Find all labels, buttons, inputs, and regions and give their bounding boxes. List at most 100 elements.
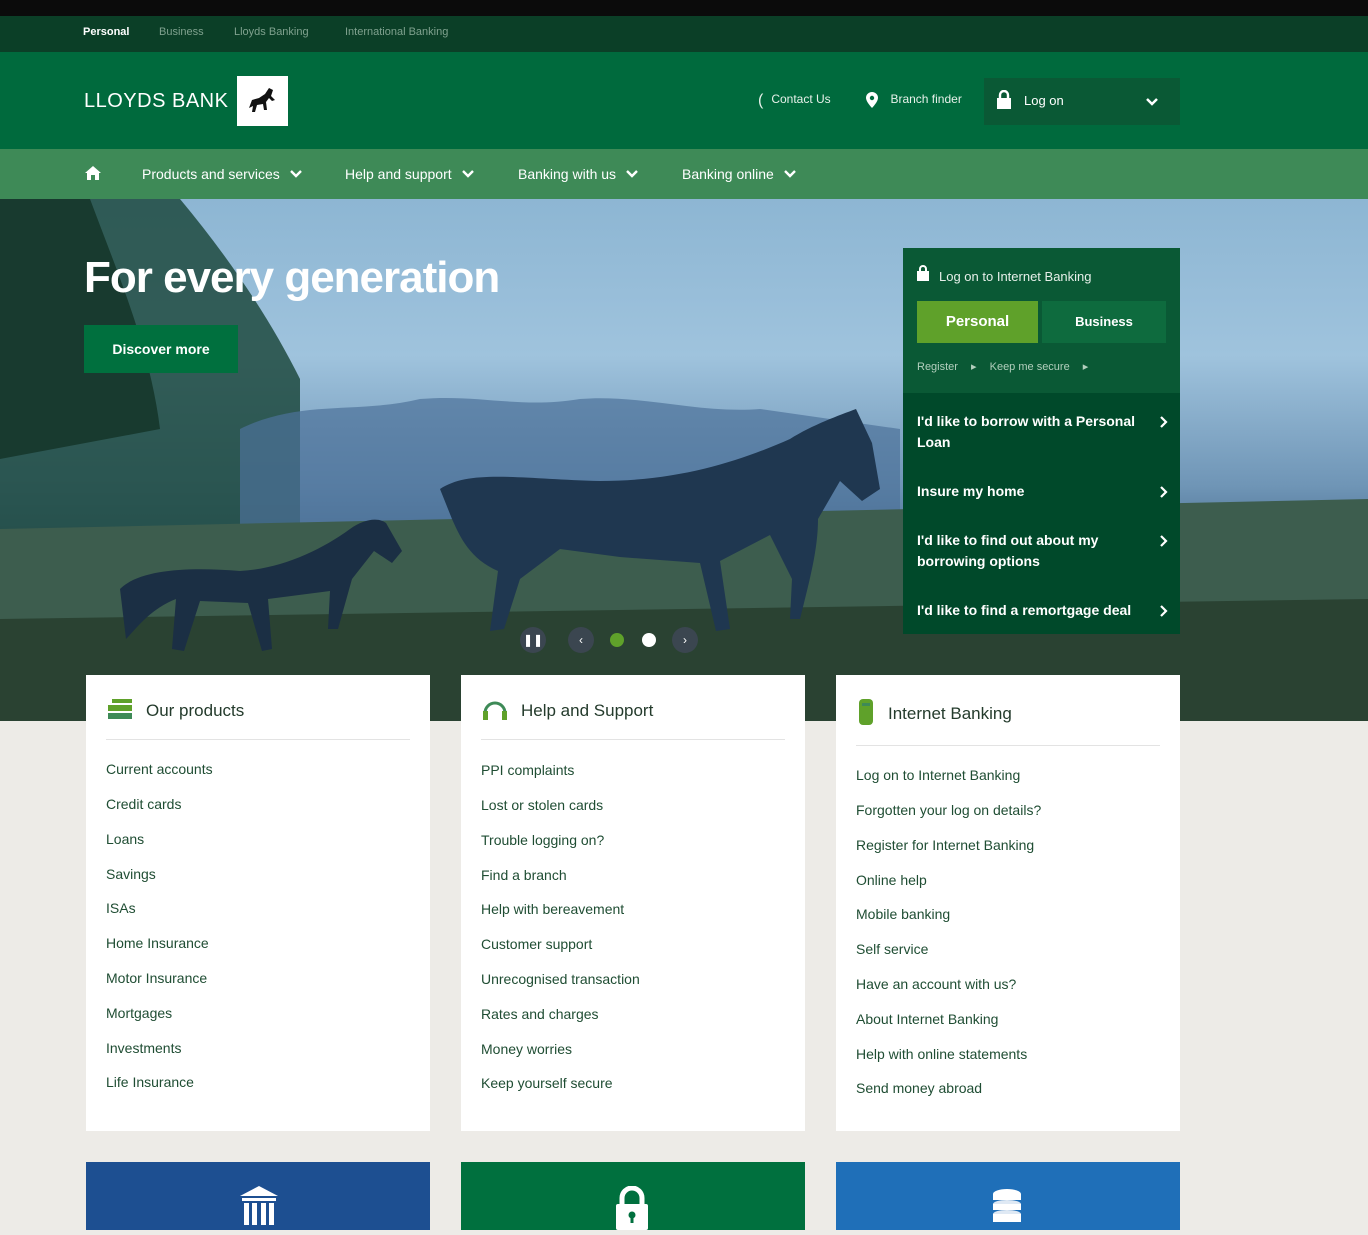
bank-building-icon <box>238 1186 280 1235</box>
segment-personal[interactable]: Personal <box>83 26 129 38</box>
link-forgotten-details[interactable]: Forgotten your log on details? <box>856 802 1041 818</box>
card-title: Our products <box>146 701 245 720</box>
link-life-insurance[interactable]: Life Insurance <box>106 1074 194 1090</box>
chevron-left-icon[interactable]: ‹ <box>568 627 594 653</box>
card-title: Help and Support <box>521 701 654 720</box>
link-find-branch[interactable]: Find a branch <box>481 867 567 883</box>
nav-banking-with-us[interactable]: Banking with us <box>518 165 638 182</box>
link-about-internet-banking[interactable]: About Internet Banking <box>856 1011 998 1027</box>
login-panel-heading: Log on to Internet Banking <box>917 265 1092 284</box>
nav-help-label: Help and support <box>345 166 452 182</box>
logon-label: Log on <box>1024 93 1064 108</box>
quick-links-list: I'd like to borrow with a Personal Loan … <box>903 393 1180 634</box>
segment-international[interactable]: International Banking <box>345 26 448 38</box>
coin-stack-icon <box>988 1186 1026 1235</box>
carousel-dot[interactable] <box>642 633 656 647</box>
link-lost-stolen-cards[interactable]: Lost or stolen cards <box>481 797 603 813</box>
link-unrecognised-transaction[interactable]: Unrecognised transaction <box>481 971 640 987</box>
our-products-card: Our products Current accounts Credit car… <box>86 675 430 1131</box>
nav-banking-online[interactable]: Banking online <box>682 165 796 182</box>
link-logon-internet-banking[interactable]: Log on to Internet Banking <box>856 767 1020 783</box>
link-home-insurance[interactable]: Home Insurance <box>106 935 209 951</box>
login-secondary-links: Register ▸ Keep me secure ▸ <box>917 360 1098 373</box>
segment-business[interactable]: Business <box>159 26 204 38</box>
keep-me-secure-link[interactable]: Keep me secure ▸ <box>990 361 1089 373</box>
brand-name[interactable]: LLOYDS BANK <box>84 90 228 113</box>
hero-title: For every generation <box>84 253 500 302</box>
logon-dropdown[interactable]: Log on <box>984 78 1180 125</box>
link-savings[interactable]: Savings <box>106 866 156 882</box>
chevron-down-icon <box>289 165 302 181</box>
personal-login-button[interactable]: Personal <box>917 301 1038 343</box>
chevron-down-icon <box>461 165 474 181</box>
link-money-worries[interactable]: Money worries <box>481 1041 572 1057</box>
headset-icon <box>481 697 509 730</box>
chevron-down-icon <box>626 165 638 181</box>
horse-logo-icon[interactable] <box>237 76 288 126</box>
link-rates-charges[interactable]: Rates and charges <box>481 1006 599 1022</box>
chevron-down-icon <box>1146 94 1158 112</box>
nav-products-services[interactable]: Products and services <box>142 165 302 182</box>
quick-link-remortgage[interactable]: I'd like to find a remortgage deal <box>917 600 1147 621</box>
link-current-accounts[interactable]: Current accounts <box>106 761 213 777</box>
branch-finder-label: Branch finder <box>890 92 962 106</box>
discover-more-button[interactable]: Discover more <box>84 325 238 373</box>
link-send-money-abroad[interactable]: Send money abroad <box>856 1080 982 1096</box>
login-heading-text: Log on to Internet Banking <box>939 269 1092 284</box>
link-trouble-logging-on[interactable]: Trouble logging on? <box>481 832 604 848</box>
segment-lloyds-banking[interactable]: Lloyds Banking <box>234 26 309 38</box>
link-mortgages[interactable]: Mortgages <box>106 1005 172 1021</box>
link-customer-support[interactable]: Customer support <box>481 936 592 952</box>
branch-finder-link[interactable]: Branch finder <box>866 92 962 110</box>
chevron-right-icon[interactable]: › <box>672 627 698 653</box>
register-link[interactable]: Register ▸ <box>917 361 977 373</box>
lock-icon <box>917 265 929 284</box>
chevron-right-icon <box>1160 604 1168 622</box>
link-motor-insurance[interactable]: Motor Insurance <box>106 970 207 986</box>
chevron-right-icon <box>1160 485 1168 503</box>
tile-security[interactable] <box>461 1162 805 1230</box>
nav-products-label: Products and services <box>142 166 280 182</box>
segment-bar: Personal Business Lloyds Banking Interna… <box>0 16 1368 52</box>
business-login-button[interactable]: Business <box>1042 301 1166 343</box>
quick-link-insure-home[interactable]: Insure my home <box>917 481 1139 502</box>
nav-help-support[interactable]: Help and support <box>345 165 474 182</box>
phone-icon: ( <box>758 92 764 109</box>
carousel-dot-active[interactable] <box>610 633 624 647</box>
pause-icon[interactable]: ❚❚ <box>520 627 546 653</box>
quick-link-personal-loan[interactable]: I'd like to borrow with a Personal Loan <box>917 411 1139 453</box>
site-header: LLOYDS BANK ( Contact Us Branch finder Lo… <box>0 52 1368 149</box>
contact-us-label: Contact Us <box>771 92 831 106</box>
link-self-service[interactable]: Self service <box>856 941 928 957</box>
login-panel: Log on to Internet Banking Personal Busi… <box>903 248 1180 634</box>
contact-us-link[interactable]: ( Contact Us <box>758 92 831 110</box>
link-loans[interactable]: Loans <box>106 831 144 847</box>
home-icon[interactable] <box>84 165 102 186</box>
divider <box>481 739 785 740</box>
internet-banking-card: Internet Banking Log on to Internet Bank… <box>836 675 1180 1131</box>
help-support-card: Help and Support PPI complaints Lost or … <box>461 675 805 1131</box>
link-investments[interactable]: Investments <box>106 1040 181 1056</box>
quick-link-borrowing-options[interactable]: I'd like to find out about my borrowing … <box>917 530 1139 572</box>
link-register-internet-banking[interactable]: Register for Internet Banking <box>856 837 1034 853</box>
padlock-icon <box>613 1185 651 1235</box>
tile-savings[interactable] <box>836 1162 1180 1230</box>
link-online-help[interactable]: Online help <box>856 872 927 888</box>
link-online-statements[interactable]: Help with online statements <box>856 1046 1027 1062</box>
nav-banking-with-us-label: Banking with us <box>518 166 617 182</box>
carousel-controls: ❚❚ ‹ › <box>492 623 704 659</box>
link-isas[interactable]: ISAs <box>106 900 136 916</box>
divider <box>856 745 1160 746</box>
mobile-icon <box>856 697 876 732</box>
link-have-account[interactable]: Have an account with us? <box>856 976 1016 992</box>
tile-bank[interactable] <box>86 1162 430 1230</box>
card-title: Internet Banking <box>888 704 1012 723</box>
link-credit-cards[interactable]: Credit cards <box>106 796 181 812</box>
lock-icon <box>996 89 1012 115</box>
map-pin-icon <box>866 92 882 109</box>
link-keep-secure[interactable]: Keep yourself secure <box>481 1075 613 1091</box>
link-bereavement[interactable]: Help with bereavement <box>481 901 624 917</box>
link-ppi-complaints[interactable]: PPI complaints <box>481 762 574 778</box>
main-nav: Products and services Help and support B… <box>0 149 1368 199</box>
link-mobile-banking[interactable]: Mobile banking <box>856 906 950 922</box>
